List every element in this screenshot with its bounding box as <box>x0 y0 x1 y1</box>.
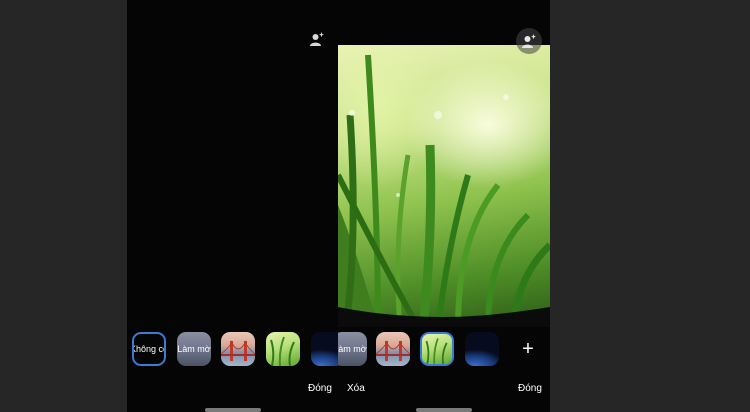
background-none-option[interactable]: Không có <box>132 332 166 366</box>
background-grass-option[interactable] <box>266 332 300 366</box>
close-button[interactable]: Đóng <box>518 383 542 394</box>
background-bridge-option[interactable] <box>376 332 410 366</box>
add-background-button[interactable]: + <box>516 338 540 362</box>
person-sparkle-icon[interactable] <box>309 31 325 47</box>
left-phone-screen: Không có Làm mờ Đóng <box>127 0 338 412</box>
person-sparkle-icon[interactable] <box>516 28 542 54</box>
option-label: Làm mờ <box>338 344 367 354</box>
background-earth-option[interactable] <box>311 332 338 366</box>
option-label: Làm mờ <box>177 344 211 354</box>
home-indicator-right <box>416 408 472 412</box>
person-sparkle-glyph <box>522 34 536 48</box>
close-label[interactable]: Đóng <box>308 383 332 394</box>
bridge-image <box>376 340 410 361</box>
bridge-image <box>221 340 255 361</box>
background-preview-photo <box>338 45 550 327</box>
option-label: Không có <box>132 344 164 354</box>
background-blur-option[interactable]: Làm mờ <box>338 332 367 366</box>
background-blur-option[interactable]: Làm mờ <box>177 332 211 366</box>
grass-photo <box>338 54 550 327</box>
delete-button[interactable]: Xóa <box>347 383 365 394</box>
background-bridge-option[interactable] <box>221 332 255 366</box>
grass-image <box>270 336 295 366</box>
background-grass-option[interactable] <box>420 332 454 366</box>
background-earth-option[interactable] <box>465 332 499 366</box>
home-indicator-left <box>205 408 261 412</box>
grass-image <box>425 338 448 364</box>
background-effects-strip: Không có Làm mờ <box>127 328 338 372</box>
background-effects-strip: Làm mờ + <box>338 328 550 372</box>
right-phone-screen: Làm mờ + Xóa Đóng <box>338 0 550 412</box>
